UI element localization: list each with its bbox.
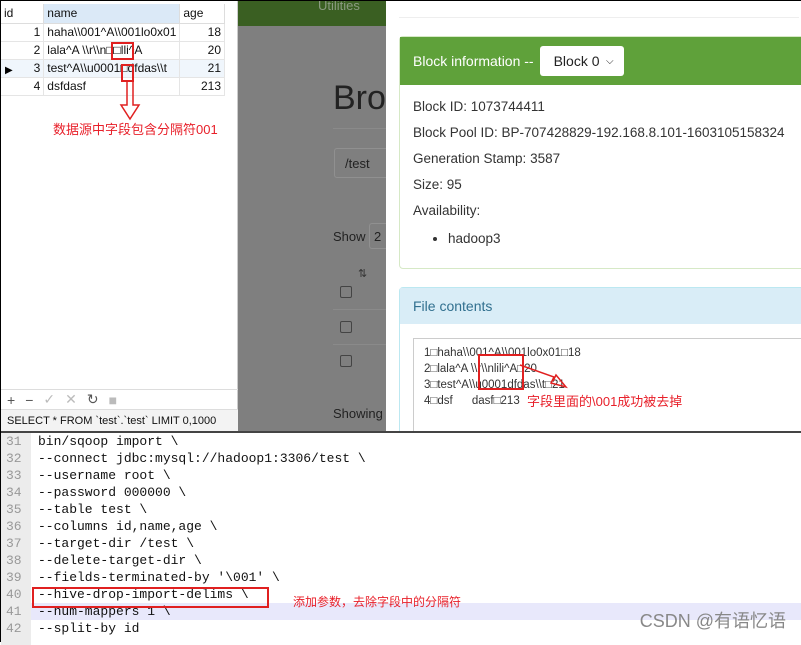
file-contents-textarea[interactable]: 1□haha\\001^A\\001lo0x01□18 2□lala^A \\r\… [413, 338, 801, 431]
divider [333, 344, 386, 345]
refresh-button[interactable]: ↻ [87, 391, 99, 408]
highlight-box [32, 587, 269, 608]
cell-age[interactable]: 213 [179, 77, 225, 96]
grid-toolbar: + − ✓ ✕ ↻ ■ [1, 389, 238, 409]
query-status: SELECT * FROM `test`.`test` LIMIT 0,1000 [1, 409, 238, 431]
table-row[interactable]: 3 test^A\\u0001□dfdas\\t 21 [1, 59, 225, 78]
block-select-value: Block 0 [553, 53, 600, 69]
highlight-box [121, 64, 134, 82]
code-line: 31 bin/sqoop import \ [1, 433, 801, 450]
column-header-id[interactable]: id [1, 4, 45, 24]
block-info-title: Block information -- [413, 53, 534, 69]
annotation-text: 数据源中字段包含分隔符001 [53, 122, 218, 137]
cell-id[interactable]: 2 [1, 41, 45, 60]
cell-id[interactable]: 1 [1, 23, 45, 42]
show-label: Show [333, 229, 366, 244]
apply-button[interactable]: ✓ [43, 391, 55, 408]
annotation-text: 字段里面的\001成功被去掉 [527, 394, 683, 409]
select-all-checkbox[interactable] [340, 286, 352, 298]
cell-age[interactable]: 18 [179, 23, 225, 42]
hdfs-browser-dimmed: Utilities Brow /test Show 2 ⇅ Showing [238, 1, 386, 431]
chevron-down-icon: ⌵ [606, 55, 614, 67]
block-info-panel: Block information -- Block 0 ⌵ Block ID: … [399, 36, 801, 269]
column-header-name[interactable]: name [43, 4, 181, 24]
code-line: 32 --connect jdbc:mysql://hadoop1:3306/te… [1, 450, 801, 467]
current-row-indicator-icon: ▶ [5, 65, 13, 76]
file-contents-title: File contents [400, 288, 801, 324]
arrow-down-icon [119, 81, 141, 121]
annotation-text: 添加参数，去除字段中的分隔符 [293, 595, 462, 609]
code-line: 38 --delete-target-dir \ [1, 552, 801, 569]
table-row[interactable]: 1 haha\\001^A\\001lo0x01 18 [1, 23, 225, 42]
block-size: Size: 95 [413, 177, 462, 192]
delete-row-button[interactable]: − [25, 392, 33, 408]
block-pool-id: Block Pool ID: BP-707428829-192.168.8.10… [413, 125, 785, 140]
cell-name[interactable]: haha\\001^A\\001lo0x01 [43, 23, 181, 42]
node-item: hadoop3 [448, 231, 795, 246]
code-line: 39 --fields-terminated-by '\001' \ [1, 569, 801, 586]
block-select[interactable]: Block 0 ⌵ [539, 46, 624, 76]
showing-info: Showing [333, 406, 383, 421]
divider [333, 128, 386, 129]
row-checkbox[interactable] [340, 321, 352, 333]
column-header-age[interactable]: age [179, 4, 225, 24]
stop-button[interactable]: ■ [109, 392, 117, 408]
cancel-button[interactable]: ✕ [65, 391, 77, 408]
nav-utilities[interactable]: Utilities [318, 1, 360, 13]
availability-label: Availability: [413, 203, 481, 218]
generation-stamp: Generation Stamp: 3587 [413, 151, 561, 166]
block-id: Block ID: 1073744411 [413, 99, 545, 114]
divider [333, 309, 386, 310]
sort-icon[interactable]: ⇅ [358, 267, 367, 280]
code-line: 34 --password 000000 \ [1, 484, 801, 501]
cell-age[interactable]: 20 [179, 41, 225, 60]
code-line: 37 --target-dir /test \ [1, 535, 801, 552]
file-info-modal: Block information -- Block 0 ⌵ Block ID: … [386, 1, 801, 431]
cell-age[interactable]: 21 [179, 59, 225, 78]
code-line: 36 --columns id,name,age \ [1, 518, 801, 535]
cell-name[interactable]: dsfdasf [43, 77, 181, 96]
cell-id[interactable]: 4 [1, 77, 45, 96]
table-row[interactable]: 4 dsfdasf 213 [1, 77, 225, 96]
cell-name[interactable]: test^A\\u0001□dfdas\\t [43, 59, 181, 78]
watermark: CSDN @有语忆语 [639, 611, 786, 631]
db-client-panel: id name age 1 haha\\001^A\\001lo0x01 18 2l… [1, 1, 238, 431]
entries-select[interactable]: 2 [369, 223, 386, 249]
code-line: 33 --username root \ [1, 467, 801, 484]
arrow-right-icon [519, 364, 568, 389]
page-title: Brow [333, 79, 386, 117]
code-line: 35 --table test \ [1, 501, 801, 518]
navbar: Utilities [238, 1, 386, 26]
row-checkbox[interactable] [340, 355, 352, 367]
path-input[interactable]: /test [334, 148, 386, 178]
divider [399, 17, 799, 18]
highlight-box [111, 42, 134, 60]
add-row-button[interactable]: + [7, 392, 15, 408]
